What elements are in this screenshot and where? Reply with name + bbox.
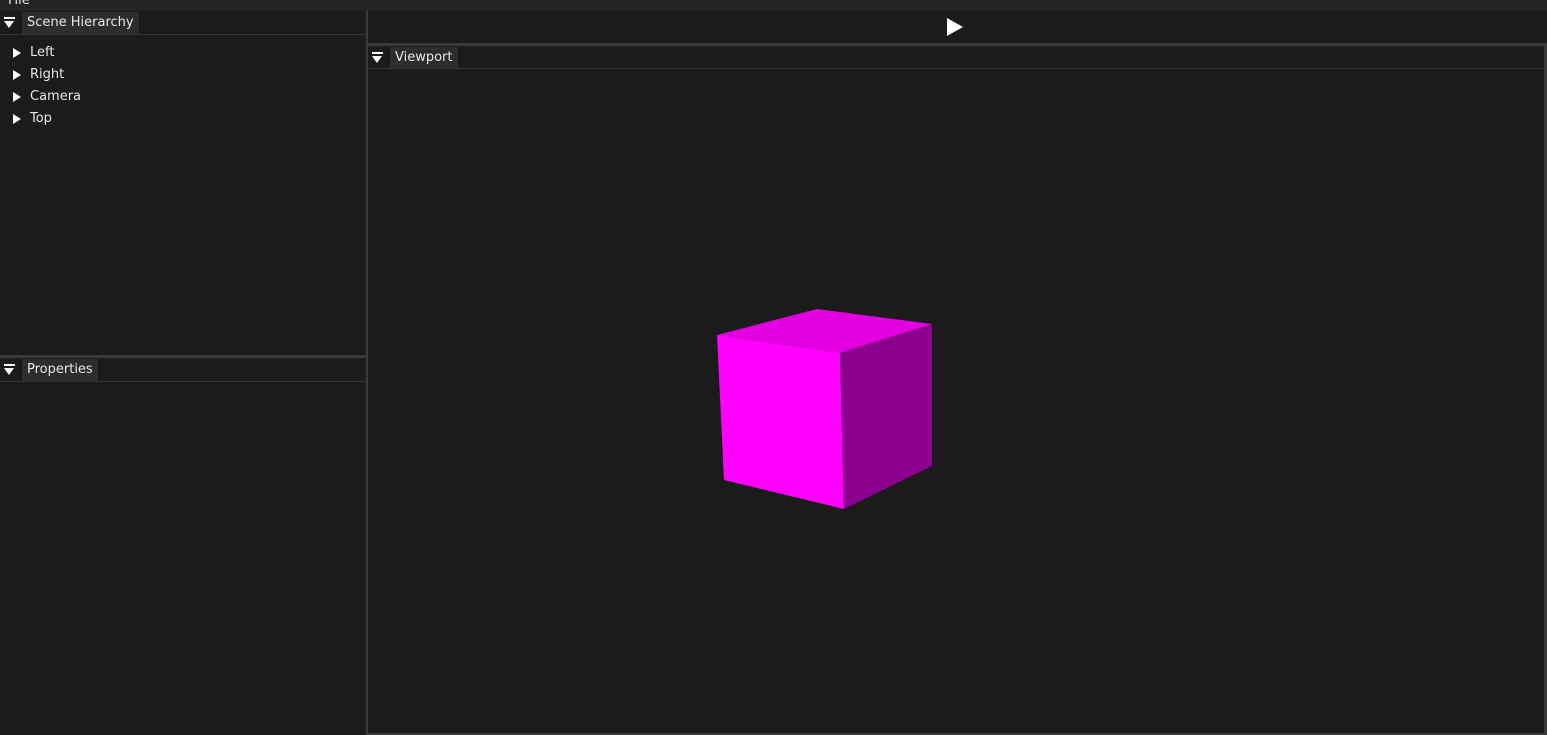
properties-panel: Properties [0,358,366,735]
play-icon [947,18,963,36]
toolbar [368,11,1547,43]
cube-side-face [840,324,932,509]
collapse-icon[interactable] [4,364,15,376]
viewport-tab[interactable]: Viewport [390,47,458,69]
tree-item-camera[interactable]: Camera [0,86,366,108]
left-column: Scene Hierarchy Left Right Camera Top Pr… [0,11,367,735]
tree-item-right[interactable]: Right [0,64,366,86]
collapse-icon[interactable] [372,52,383,64]
menu-bar: File [0,0,1547,11]
tree-item-label: Camera [30,89,82,104]
collapse-icon[interactable] [4,17,15,29]
tree-item-label: Left [30,45,55,60]
viewport-canvas[interactable] [368,70,1544,733]
play-button[interactable] [946,18,964,36]
expand-arrow-icon[interactable] [13,70,21,80]
viewport-header: Viewport [368,46,1544,69]
scene-hierarchy-tab[interactable]: Scene Hierarchy [22,12,139,34]
tree-item-label: Top [30,111,52,126]
cube-front-face [717,335,844,509]
scene-hierarchy-header: Scene Hierarchy [0,11,366,35]
expand-arrow-icon[interactable] [13,92,21,102]
scene-hierarchy-panel: Scene Hierarchy Left Right Camera Top [0,11,366,355]
tree-item-label: Right [30,67,65,82]
tree-item-left[interactable]: Left [0,42,366,64]
viewport-panel: Viewport [368,46,1544,733]
hierarchy-tree: Left Right Camera Top [0,42,366,130]
properties-header: Properties [0,358,366,382]
expand-arrow-icon[interactable] [13,48,21,58]
tree-item-top[interactable]: Top [0,108,366,130]
expand-arrow-icon[interactable] [13,114,21,124]
menu-item-file[interactable]: File [8,0,30,8]
properties-tab[interactable]: Properties [22,359,98,381]
